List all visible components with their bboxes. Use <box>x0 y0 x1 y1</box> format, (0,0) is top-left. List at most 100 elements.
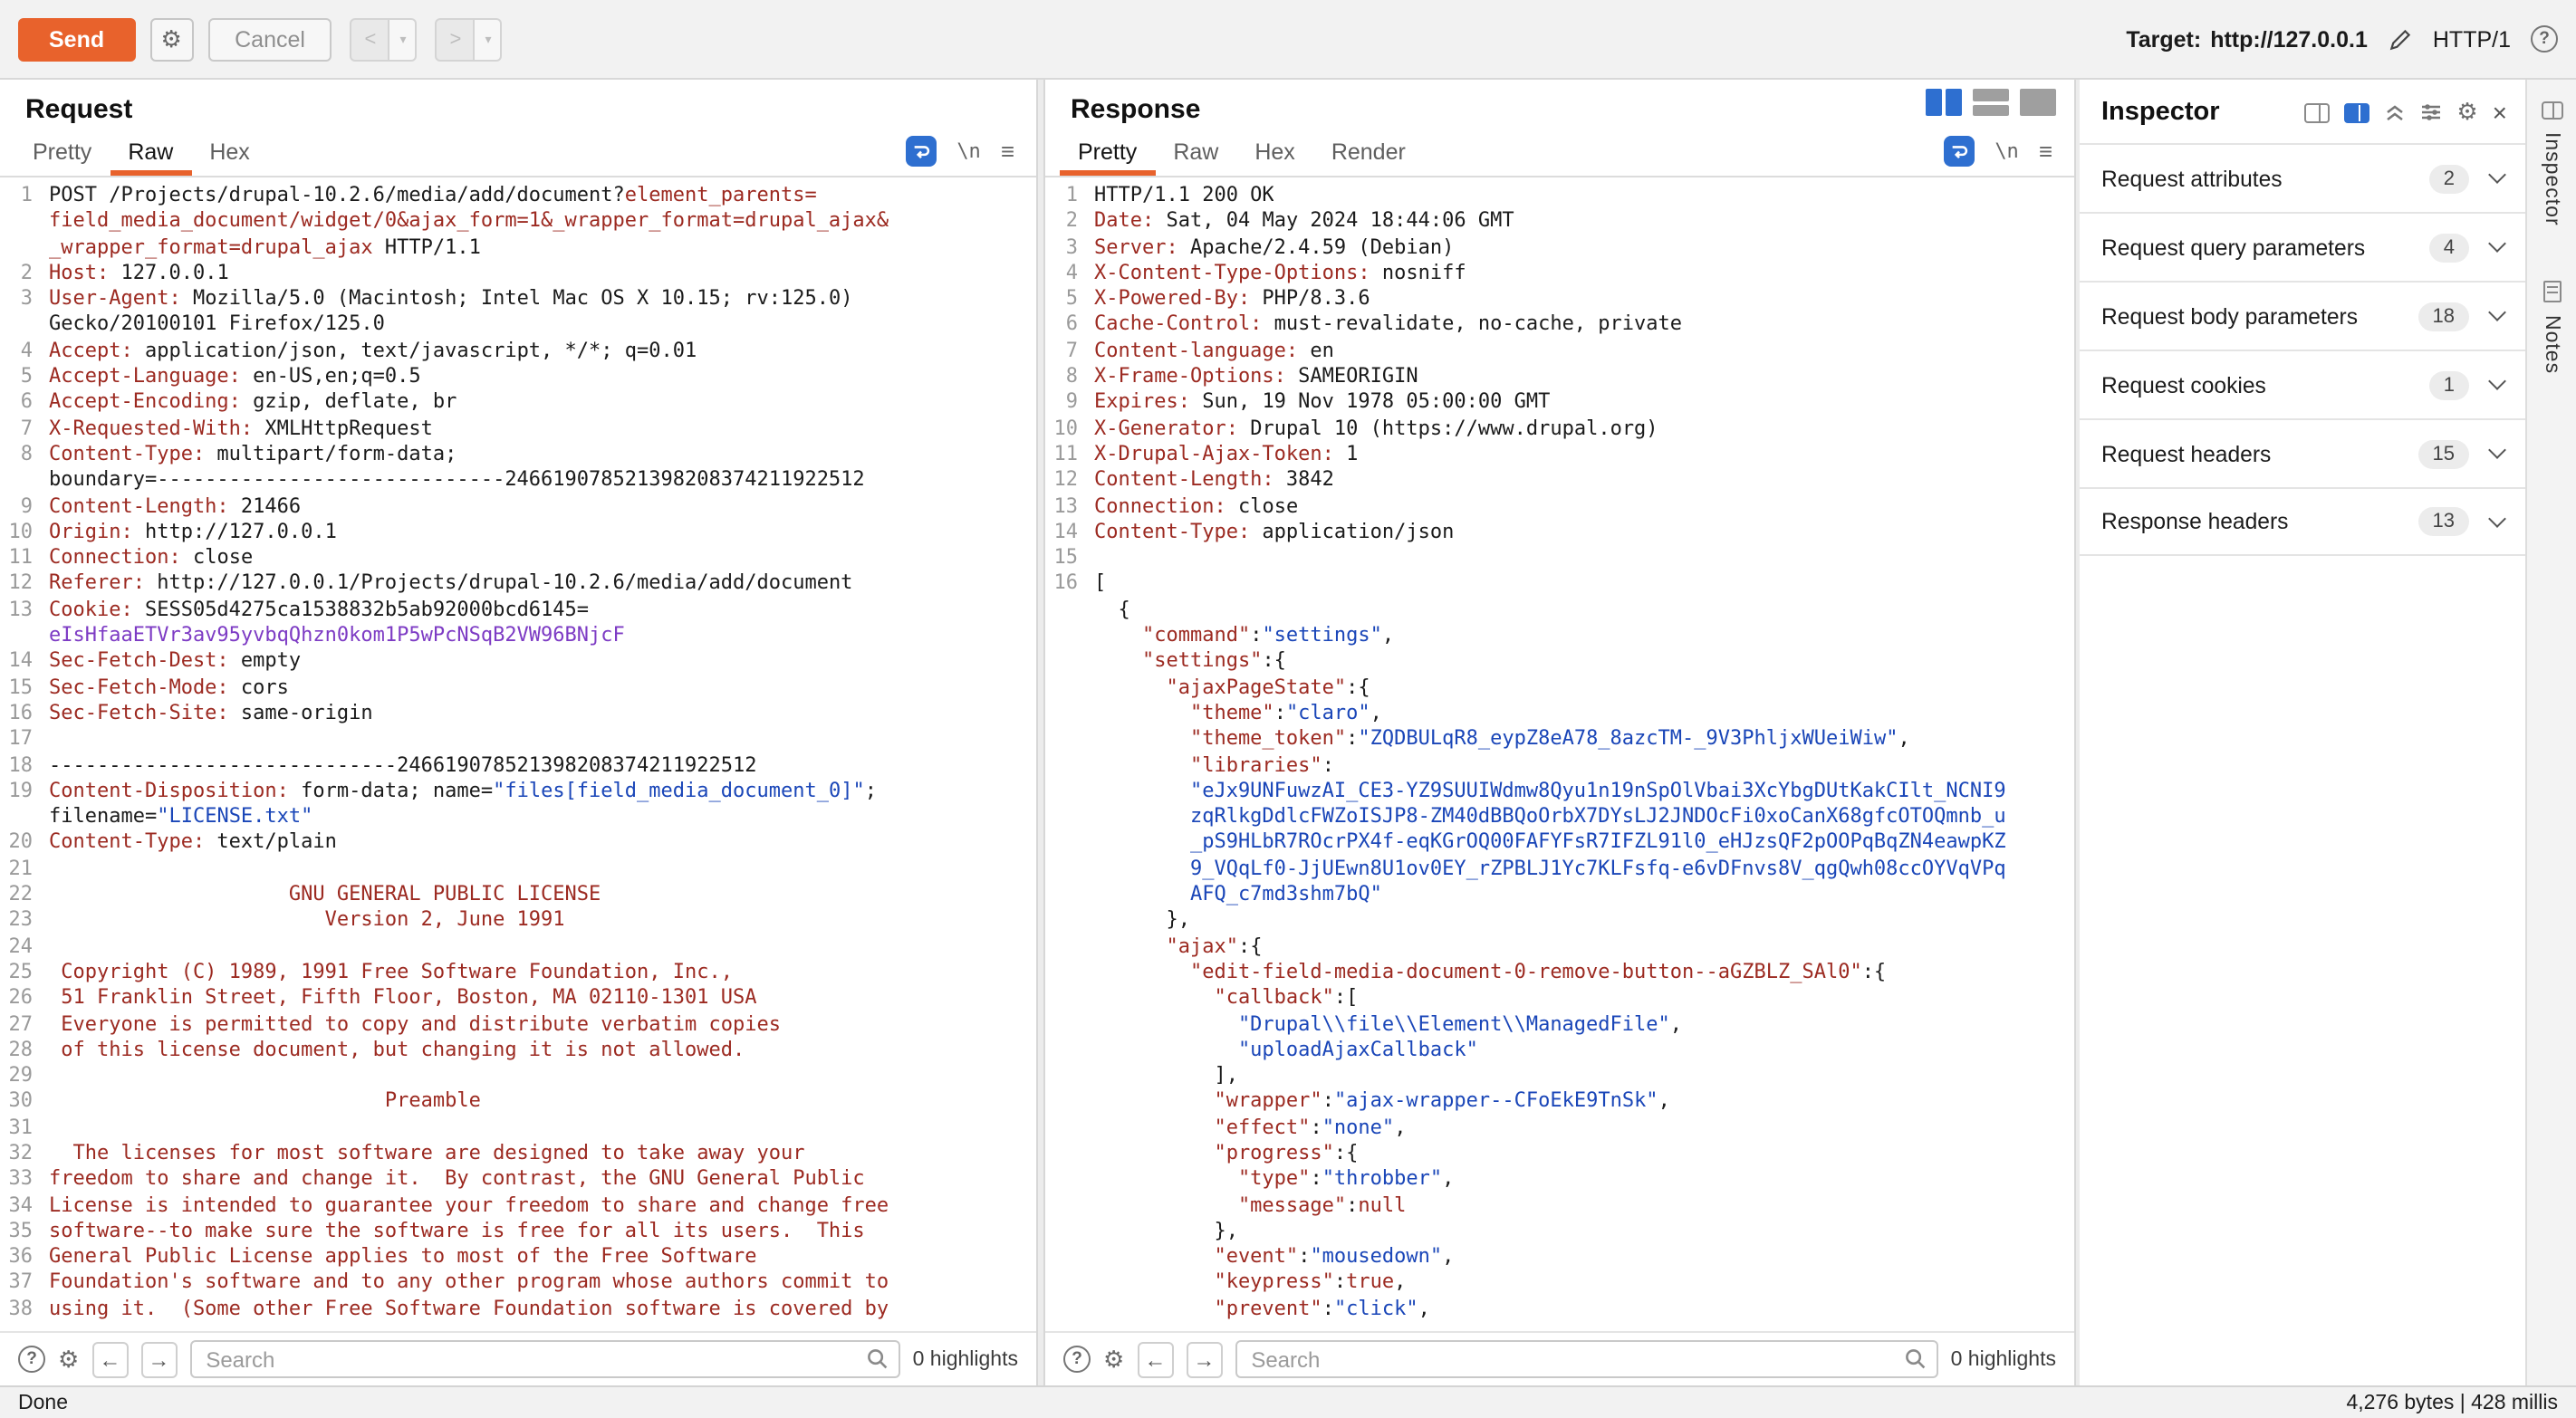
request-tab-raw[interactable]: Raw <box>110 132 191 176</box>
gear-icon: ⚙ <box>58 1345 79 1372</box>
notes-icon <box>2542 281 2561 302</box>
cancel-button[interactable]: Cancel <box>207 17 332 61</box>
code-line: 8X-Frame-Options: SAMEORIGIN <box>1045 364 2074 390</box>
code-line: "type":"throbber", <box>1045 1167 2074 1193</box>
wrap-icon <box>1949 141 1969 161</box>
inspector-section-request-query-parameters[interactable]: Request query parameters 4 <box>2080 212 2525 281</box>
previous-match-button[interactable]: ← <box>91 1341 128 1377</box>
code-line: 35software--to make sure the software is… <box>0 1219 1036 1245</box>
word-wrap-toggle[interactable] <box>1944 136 1975 167</box>
single-layout-button[interactable] <box>2020 89 2056 116</box>
code-line: 5X-Powered-By: PHP/8.3.6 <box>1045 286 2074 312</box>
rail-tab-notes[interactable]: Notes <box>2541 281 2562 374</box>
http-version-label[interactable]: HTTP/1 <box>2433 26 2511 52</box>
send-button[interactable]: Send <box>18 17 135 61</box>
panel-splitter[interactable] <box>1036 80 1045 1385</box>
search-help-button[interactable]: ? <box>18 1346 45 1373</box>
response-search-input[interactable] <box>1235 1340 1937 1378</box>
code-line: "wrapper":"ajax-wrapper--CFoEkE9TnSk", <box>1045 1089 2074 1116</box>
code-line: 33freedom to share and change it. By con… <box>0 1167 1036 1193</box>
code-line: 13Cookie: SESS05d4275ca1538832b5ab92000b… <box>0 598 1036 624</box>
code-line: "event":"mousedown", <box>1045 1244 2074 1270</box>
filter-icon[interactable] <box>2420 101 2442 123</box>
code-line: 1HTTP/1.1 200 OK <box>1045 183 2074 209</box>
code-line: 22 GNU GENERAL PUBLIC LICENSE <box>0 882 1036 908</box>
inspector-section-request-cookies[interactable]: Request cookies 1 <box>2080 350 2525 418</box>
code-line: 21 <box>0 856 1036 882</box>
code-line: "progress":{ <box>1045 1141 2074 1167</box>
search-help-button[interactable]: ? <box>1063 1346 1091 1373</box>
code-line: field_media_document/widget/0&ajax_form=… <box>0 209 1036 235</box>
show-newlines-toggle[interactable]: \n <box>1994 139 2019 163</box>
code-line: "ajax":{ <box>1045 934 2074 960</box>
gear-icon: ⚙ <box>160 24 181 53</box>
search-settings-button[interactable]: ⚙ <box>1103 1345 1124 1374</box>
inspector-settings-button[interactable]: ⚙ <box>2456 98 2477 127</box>
request-panel: Request Pretty Raw Hex \n ≡ 1POST /Proje… <box>0 80 1036 1385</box>
send-settings-button[interactable]: ⚙ <box>149 17 193 61</box>
response-panel-title: Response <box>1045 80 2074 130</box>
forward-button-group: > ▾ <box>436 17 503 61</box>
next-match-button[interactable]: → <box>1186 1341 1222 1377</box>
columns-layout-button[interactable] <box>1926 89 1962 116</box>
editor-menu-button[interactable]: ≡ <box>2039 138 2052 165</box>
forward-history-button[interactable]: ▾ <box>476 17 503 61</box>
arrow-left-icon: ← <box>1144 1346 1166 1372</box>
code-line: 25 Copyright (C) 1989, 1991 Free Softwar… <box>0 960 1036 986</box>
response-tab-raw[interactable]: Raw <box>1155 132 1236 176</box>
help-button[interactable]: ? <box>2531 25 2558 53</box>
editor-menu-button[interactable]: ≡ <box>1001 138 1014 165</box>
request-editor[interactable]: 1POST /Projects/drupal-10.2.6/media/add/… <box>0 177 1036 1331</box>
code-line: "edit-field-media-document-0-remove-butt… <box>1045 960 2074 986</box>
code-line: 27 Everyone is permitted to copy and dis… <box>0 1011 1036 1038</box>
forward-button[interactable]: > <box>436 17 476 61</box>
code-line: 28 of this license document, but changin… <box>0 1038 1036 1064</box>
code-line: 20Content-Type: text/plain <box>0 830 1036 857</box>
code-line: 6Cache-Control: must-revalidate, no-cach… <box>1045 312 2074 339</box>
code-line: 26 51 Franklin Street, Fifth Floor, Bost… <box>0 985 1036 1011</box>
inspector-layout-button[interactable] <box>2344 102 2369 122</box>
inspector-section-response-headers[interactable]: Response headers 13 <box>2080 487 2525 556</box>
target-label: Target: <box>2126 26 2201 52</box>
chevron-down-icon <box>2488 166 2506 184</box>
close-inspector-button[interactable]: × <box>2493 100 2507 125</box>
edit-target-button[interactable] <box>2388 26 2413 52</box>
request-tab-hex[interactable]: Hex <box>191 132 267 176</box>
chevron-down-icon <box>2488 509 2506 527</box>
back-button[interactable]: < <box>351 17 390 61</box>
code-line: }, <box>1045 1219 2074 1245</box>
response-search-bar: ? ⚙ ← → 0 highlights <box>1045 1331 2074 1385</box>
code-line: { <box>1045 598 2074 624</box>
inspector-section-request-attributes[interactable]: Request attributes 2 <box>2080 143 2525 212</box>
inspector-dock-button[interactable] <box>2304 102 2330 122</box>
response-tab-pretty[interactable]: Pretty <box>1060 132 1155 176</box>
word-wrap-toggle[interactable] <box>906 136 937 167</box>
inspector-section-request-headers[interactable]: Request headers 15 <box>2080 418 2525 487</box>
code-line: 4X-Content-Type-Options: nosniff <box>1045 261 2074 287</box>
rail-tab-inspector[interactable]: Inspector <box>2541 101 2562 226</box>
response-editor[interactable]: 1HTTP/1.1 200 OK2Date: Sat, 04 May 2024 … <box>1045 177 2074 1331</box>
code-line: 38using it. (Some other Free Software Fo… <box>0 1297 1036 1323</box>
rows-layout-icon <box>1973 89 2009 101</box>
chevron-down-icon <box>2488 235 2506 253</box>
code-line: 14Content-Type: application/json <box>1045 520 2074 546</box>
response-tab-hex[interactable]: Hex <box>1236 132 1312 176</box>
section-label: Request body parameters <box>2101 303 2358 329</box>
toolbar: Send ⚙ Cancel < ▾ > ▾ Target: http://127… <box>0 0 2576 80</box>
rows-layout-button[interactable] <box>1973 89 2009 116</box>
code-line: "effect":"none", <box>1045 1115 2074 1141</box>
response-tab-render[interactable]: Render <box>1313 132 1424 176</box>
previous-match-button[interactable]: ← <box>1137 1341 1173 1377</box>
search-settings-button[interactable]: ⚙ <box>58 1345 79 1374</box>
request-search-input[interactable] <box>189 1340 899 1378</box>
code-line: Gecko/20100101 Firefox/125.0 <box>0 312 1036 339</box>
collapse-all-icon[interactable] <box>2384 101 2406 123</box>
next-match-button[interactable]: → <box>140 1341 177 1377</box>
show-newlines-toggle[interactable]: \n <box>956 139 981 163</box>
side-rail: Inspector Notes <box>2525 80 2576 1385</box>
inspector-section-request-body-parameters[interactable]: Request body parameters 18 <box>2080 281 2525 350</box>
section-label: Request attributes <box>2101 166 2283 191</box>
chevron-down-icon <box>2488 303 2506 321</box>
request-tab-pretty[interactable]: Pretty <box>14 132 110 176</box>
back-history-button[interactable]: ▾ <box>390 17 418 61</box>
